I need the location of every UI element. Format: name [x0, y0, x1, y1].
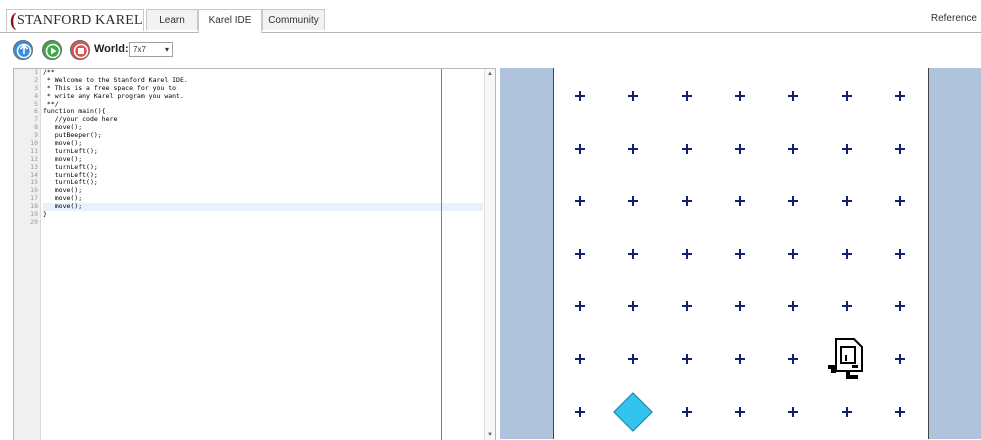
world-select[interactable]: 7x7 ▾: [129, 42, 173, 57]
code-line[interactable]: move();: [43, 139, 483, 148]
corner-marker: [894, 143, 905, 154]
corner-marker: [575, 143, 585, 154]
corner-marker: [575, 354, 585, 364]
corner-marker: [894, 301, 905, 312]
code-line[interactable]: putBeeper();: [43, 131, 483, 140]
corner-marker: [628, 143, 639, 154]
corner-marker: [841, 406, 852, 417]
corner-marker: [788, 143, 799, 154]
corner-marker: [575, 406, 585, 417]
scroll-up-icon[interactable]: ▲: [487, 71, 493, 77]
corner-marker: [788, 301, 799, 312]
reset-button[interactable]: [13, 40, 33, 60]
play-icon: [45, 43, 61, 59]
stanford-karel-logo[interactable]: ( STANFORD KAREL: [6, 9, 144, 31]
corner-marker: [841, 143, 852, 154]
corner-marker: [894, 248, 905, 259]
corner-marker: [734, 143, 745, 154]
corner-marker: [628, 301, 639, 312]
corner-marker: [894, 196, 905, 207]
logo-text: STANFORD KAREL: [17, 13, 143, 28]
code-line[interactable]: move();: [43, 194, 483, 203]
corner-marker: [788, 248, 799, 259]
code-line[interactable]: }: [43, 210, 483, 219]
code-editor[interactable]: 1 2 3 4 5 6 7 8 9 10 11 12 13 14 15 16 17 18 19 20 /** * We…: [13, 68, 496, 440]
editor-scrollbar[interactable]: ▲ ▼: [484, 69, 495, 440]
corner-marker: [575, 301, 585, 312]
print-margin: [441, 69, 442, 440]
tab-karel-ide[interactable]: Karel IDE: [198, 9, 262, 33]
corner-marker: [841, 301, 852, 312]
corner-marker: [841, 91, 852, 101]
corner-marker: [788, 91, 799, 101]
corner-marker: [894, 354, 905, 364]
top-nav: ( STANFORD KAREL Learn Karel IDE Communi…: [0, 8, 981, 33]
corner-marker: [575, 248, 585, 259]
code-lines[interactable]: /** * Welcome to the Stanford Karel IDE.…: [43, 69, 483, 227]
corner-marker: [841, 196, 852, 207]
corner-marker: [628, 248, 639, 259]
corner-marker: [734, 248, 745, 259]
corner-marker: [681, 301, 692, 312]
reference-link[interactable]: Reference: [931, 13, 977, 24]
corner-marker: [681, 406, 692, 417]
world-label: World:: [94, 43, 129, 55]
line-number: 20: [30, 217, 38, 226]
corner-marker: [681, 143, 692, 154]
corner-marker: [681, 196, 692, 207]
stop-icon: [73, 43, 89, 59]
corner-marker: [681, 248, 692, 259]
tab-learn[interactable]: Learn: [146, 9, 198, 30]
stop-button[interactable]: [70, 40, 90, 60]
corner-marker: [734, 196, 745, 207]
code-line[interactable]: [43, 219, 483, 227]
code-line[interactable]: **/: [43, 100, 483, 109]
code-line[interactable]: turnLeft();: [43, 163, 483, 172]
karel-robot-icon: [827, 337, 866, 386]
scroll-down-icon[interactable]: ▼: [487, 432, 493, 438]
corner-marker: [734, 91, 745, 101]
line-number-gutter: 1 2 3 4 5 6 7 8 9 10 11 12 13 14 15 16 17 18 19 20: [14, 69, 41, 440]
corner-marker: [628, 91, 639, 101]
corner-marker: [681, 354, 692, 364]
corner-marker: [734, 354, 745, 364]
corner-marker: [734, 301, 745, 312]
corner-marker: [628, 354, 639, 364]
corner-marker: [575, 196, 585, 207]
corner-marker: [575, 91, 585, 101]
code-line[interactable]: move();: [43, 123, 483, 132]
code-line[interactable]: turnLeft();: [43, 179, 483, 187]
corner-marker: [894, 406, 905, 417]
corner-marker: [681, 91, 692, 101]
corner-marker: [734, 406, 745, 417]
tab-community[interactable]: Community: [262, 9, 325, 30]
world-select-value: 7x7: [133, 45, 146, 54]
code-line[interactable]: turnLeft();: [43, 147, 483, 156]
reset-icon: [16, 43, 32, 59]
chevron-down-icon: ▾: [164, 45, 169, 54]
world-canvas: [553, 68, 929, 439]
logo-mark: (: [10, 10, 17, 31]
code-line[interactable]: move();: [43, 186, 483, 195]
corner-marker: [894, 91, 905, 101]
code-line[interactable]: //your code here: [43, 115, 483, 124]
code-line[interactable]: turnLeft();: [43, 171, 483, 180]
run-button[interactable]: [42, 40, 62, 60]
corner-marker: [628, 196, 639, 207]
beeper: [613, 391, 654, 432]
code-line[interactable]: move();: [43, 202, 483, 212]
corner-marker: [788, 354, 799, 364]
corner-marker: [841, 248, 852, 259]
corner-marker: [788, 196, 799, 207]
code-line[interactable]: * write any Karel program you want.: [43, 92, 483, 101]
corner-marker: [788, 406, 799, 417]
code-line[interactable]: move();: [43, 155, 483, 164]
